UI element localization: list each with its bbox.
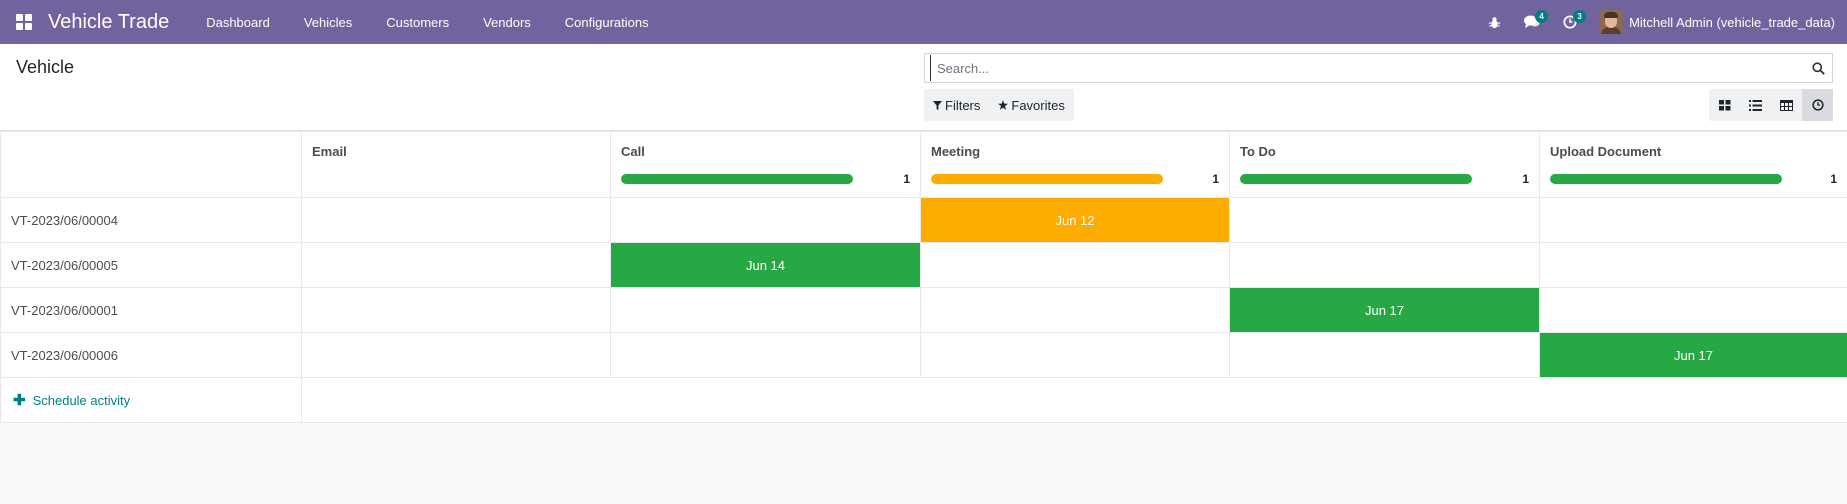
messages-badge: 4 [1535, 10, 1549, 23]
filters-label: Filters [945, 97, 981, 113]
schedule-activity-button[interactable]: ✚ Schedule activity [1, 391, 301, 409]
progress-bar[interactable] [931, 174, 1163, 184]
messages-chat-icon[interactable]: 4 [1513, 0, 1551, 44]
search-bar [924, 53, 1833, 83]
activity-cell-upload-document[interactable]: Jun 17 [1539, 332, 1847, 378]
activity-cell-meeting[interactable]: Jun 12 [920, 197, 1230, 243]
top-navbar: Vehicle Trade Dashboard Vehicles Custome… [0, 0, 1847, 44]
filters-button[interactable]: Filters [924, 89, 989, 121]
column-label: Call [621, 144, 645, 159]
record-name[interactable]: VT-2023/06/00005 [0, 242, 302, 288]
menu-configurations[interactable]: Configurations [548, 0, 666, 44]
apps-menu-icon[interactable] [0, 0, 48, 44]
activity-cell[interactable] [1539, 197, 1847, 243]
view-switcher [1709, 89, 1833, 121]
search-options: Filters Favorites [924, 89, 1074, 121]
column-label: Upload Document [1550, 144, 1662, 159]
activity-cell[interactable] [301, 287, 611, 333]
column-label: To Do [1240, 144, 1276, 159]
activity-cell[interactable] [301, 197, 611, 243]
search-icon[interactable] [1804, 54, 1832, 82]
activity-cell[interactable] [1539, 242, 1847, 288]
page-title: Vehicle [16, 57, 75, 77]
column-label: Meeting [931, 144, 981, 159]
menu-customers[interactable]: Customers [369, 0, 466, 44]
record-column-header [0, 131, 302, 198]
activity-cell[interactable] [1229, 197, 1540, 243]
table-row: VT-2023/06/00004 Jun 12 [0, 197, 1847, 243]
filter-icon [933, 100, 942, 110]
empty-footer-cell [301, 377, 1847, 423]
app-title[interactable]: Vehicle Trade [48, 11, 169, 34]
activity-cell[interactable] [920, 242, 1230, 288]
activity-count: 1 [1522, 172, 1529, 186]
activity-cell[interactable] [920, 287, 1230, 333]
favorites-label: Favorites [1011, 97, 1065, 113]
record-name[interactable]: VT-2023/06/00001 [0, 287, 302, 333]
control-panel: Vehicle Filters Favorites [0, 44, 1847, 131]
menu-vendors[interactable]: Vendors [466, 0, 548, 44]
column-header-email[interactable]: Email [301, 131, 611, 198]
column-header-meeting[interactable]: Meeting 1 [920, 131, 1230, 198]
activity-cell[interactable] [920, 332, 1230, 378]
plus-icon: ✚ [13, 392, 26, 409]
activity-cell[interactable] [301, 332, 611, 378]
activity-count: 1 [903, 172, 910, 186]
activity-cell[interactable] [610, 287, 921, 333]
table-footer-row: ✚ Schedule activity [0, 377, 1847, 423]
column-header-todo[interactable]: To Do 1 [1229, 131, 1540, 198]
favorites-button[interactable]: Favorites [989, 89, 1073, 121]
table-row: VT-2023/06/00006 Jun 17 [0, 332, 1847, 378]
activity-cell[interactable] [1229, 242, 1540, 288]
activity-cell[interactable] [1229, 332, 1540, 378]
schedule-activity-label: Schedule activity [32, 392, 131, 408]
column-header-call[interactable]: Call 1 [610, 131, 921, 198]
record-name[interactable]: VT-2023/06/00006 [0, 332, 302, 378]
record-name[interactable]: VT-2023/06/00004 [0, 197, 302, 243]
progress-row: 1 [1550, 172, 1837, 186]
progress-bar[interactable] [621, 174, 853, 184]
activity-view-icon[interactable] [1802, 89, 1833, 121]
search-input[interactable] [930, 55, 1804, 81]
progress-bar[interactable] [1240, 174, 1472, 184]
table-row: VT-2023/06/00001 Jun 17 [0, 287, 1847, 333]
activity-cell[interactable] [1539, 287, 1847, 333]
column-header-upload-document[interactable]: Upload Document 1 [1539, 131, 1847, 198]
activity-cell[interactable] [610, 332, 921, 378]
column-label: Email [312, 144, 347, 159]
activity-count: 1 [1830, 172, 1837, 186]
debug-bug-icon[interactable] [1475, 0, 1513, 44]
pivot-view-icon[interactable] [1771, 89, 1802, 121]
kanban-view-icon[interactable] [1709, 89, 1740, 121]
table-row: VT-2023/06/00005 Jun 14 [0, 242, 1847, 288]
menu-vehicles[interactable]: Vehicles [287, 0, 369, 44]
list-view-icon[interactable] [1740, 89, 1771, 121]
progress-row: 1 [621, 172, 910, 186]
activity-table-container: Email Call 1 Meeting 1 To Do 1 Upload Do… [0, 131, 1847, 423]
schedule-activity-cell: ✚ Schedule activity [0, 377, 302, 423]
menu-dashboard[interactable]: Dashboard [189, 0, 287, 44]
progress-bar[interactable] [1550, 174, 1782, 184]
activity-cell[interactable] [301, 242, 611, 288]
activity-cell-todo[interactable]: Jun 17 [1229, 287, 1540, 333]
activity-cell-call[interactable]: Jun 14 [610, 242, 921, 288]
progress-row: 1 [931, 172, 1219, 186]
table-header-row: Email Call 1 Meeting 1 To Do 1 Upload Do… [0, 131, 1847, 198]
progress-row: 1 [1240, 172, 1529, 186]
star-icon [998, 100, 1009, 110]
activities-badge: 3 [1573, 10, 1587, 23]
activity-table: Email Call 1 Meeting 1 To Do 1 Upload Do… [0, 131, 1847, 423]
activity-cell[interactable] [610, 197, 921, 243]
activity-count: 1 [1212, 172, 1219, 186]
user-menu[interactable]: Mitchell Admin (vehicle_trade_data) [1589, 0, 1847, 44]
activities-clock-icon[interactable]: 3 [1551, 0, 1589, 44]
avatar [1599, 10, 1624, 34]
user-name: Mitchell Admin (vehicle_trade_data) [1629, 14, 1835, 30]
